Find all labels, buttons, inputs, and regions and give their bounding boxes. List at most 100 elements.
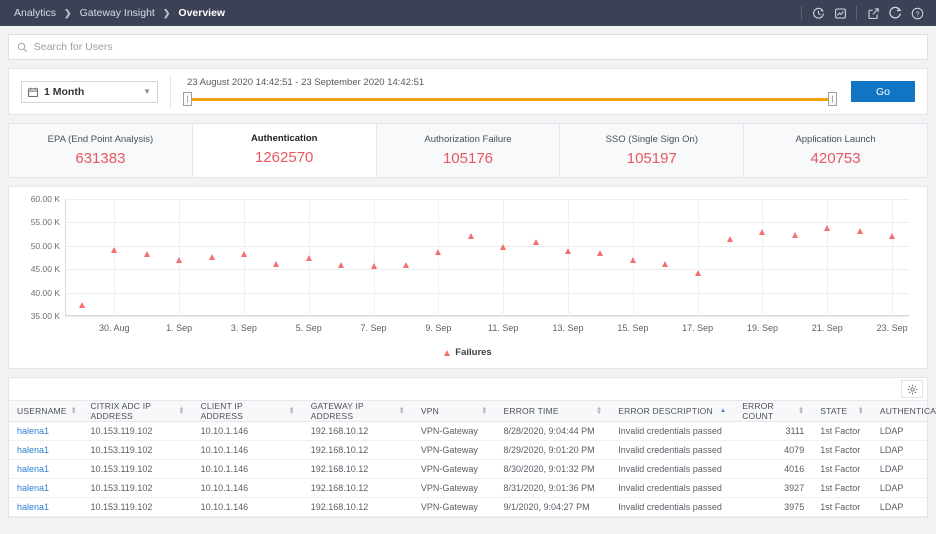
cell-adc_ip: 10.153.119.102 bbox=[82, 422, 192, 441]
report-icon[interactable] bbox=[829, 2, 851, 24]
gridline-vertical bbox=[438, 199, 439, 316]
kpi-tab-authentication[interactable]: Authentication1262570 bbox=[193, 124, 377, 177]
table-row[interactable]: halena110.153.119.10210.10.1.146192.168.… bbox=[9, 479, 927, 498]
table-header-row: USERNAME▲▼CITRIX ADC IP ADDRESS▲▼CLIENT … bbox=[9, 401, 927, 422]
sort-indicator-icon[interactable]: ▲▼ bbox=[289, 407, 295, 415]
gridline-horizontal bbox=[65, 269, 909, 270]
chart-data-point[interactable] bbox=[435, 249, 441, 255]
chart-data-point[interactable] bbox=[273, 261, 279, 267]
cell-client_ip: 10.10.1.146 bbox=[193, 479, 303, 498]
cell-state: 1st Factor bbox=[812, 498, 872, 517]
gridline-vertical bbox=[568, 199, 569, 316]
help-icon[interactable]: ? bbox=[906, 2, 928, 24]
column-header-state[interactable]: STATE▲▼ bbox=[812, 401, 872, 422]
sort-indicator-icon[interactable]: ▲▼ bbox=[399, 407, 405, 415]
chart-data-point[interactable] bbox=[371, 263, 377, 269]
column-header-label: VPN bbox=[421, 406, 439, 416]
table-row[interactable]: halena110.153.119.10210.10.1.146192.168.… bbox=[9, 498, 927, 517]
column-header-adc_ip[interactable]: CITRIX ADC IP ADDRESS▲▼ bbox=[82, 401, 192, 422]
slider-handle-right[interactable]: ❘ bbox=[828, 92, 837, 106]
kpi-tab-sso-single-sign-on[interactable]: SSO (Single Sign On)105197 bbox=[560, 124, 744, 177]
chart-data-point[interactable] bbox=[468, 233, 474, 239]
column-header-auth[interactable]: AUTHENTICATION▲▼ bbox=[872, 401, 927, 422]
chart-data-point[interactable] bbox=[889, 233, 895, 239]
chart-data-point[interactable] bbox=[662, 261, 668, 267]
cell-username[interactable]: halena1 bbox=[9, 479, 82, 498]
chart-data-point[interactable] bbox=[824, 225, 830, 231]
sort-indicator-icon[interactable]: ▲▼ bbox=[596, 407, 602, 415]
slider-track[interactable] bbox=[189, 98, 831, 101]
gridline-vertical bbox=[827, 199, 828, 316]
chevron-down-icon: ▼ bbox=[143, 87, 151, 96]
period-select[interactable]: 1 Month ▼ bbox=[21, 81, 158, 103]
column-header-vpn[interactable]: VPN ▲▼ bbox=[413, 401, 496, 422]
kpi-tab-authorization-failure[interactable]: Authorization Failure105176 bbox=[377, 124, 561, 177]
cell-client_ip: 10.10.1.146 bbox=[193, 498, 303, 517]
kpi-tab-application-launch[interactable]: Application Launch420753 bbox=[744, 124, 927, 177]
cell-auth: LDAP bbox=[872, 422, 927, 441]
column-header-error_time[interactable]: ERROR TIME ▲▼ bbox=[496, 401, 611, 422]
column-header-label: USERNAME bbox=[17, 406, 67, 416]
chart-data-point[interactable] bbox=[597, 250, 603, 256]
breadcrumb-item-gateway-insight[interactable]: Gateway Insight bbox=[80, 7, 155, 19]
cell-error_time: 8/30/2020, 9:01:32 PM bbox=[496, 460, 611, 479]
external-link-icon[interactable] bbox=[862, 2, 884, 24]
cell-vpn: VPN-Gateway bbox=[413, 441, 496, 460]
chart-data-point[interactable] bbox=[500, 244, 506, 250]
column-header-label: AUTHENTICATION bbox=[880, 406, 936, 416]
x-axis-tick: 5. Sep bbox=[296, 323, 322, 333]
chart-data-point[interactable] bbox=[759, 229, 765, 235]
sort-indicator-icon[interactable]: ▲▼ bbox=[858, 407, 864, 415]
chart-data-point[interactable] bbox=[176, 257, 182, 263]
y-axis-tick: 50.00 K bbox=[31, 241, 60, 251]
chart-data-point[interactable] bbox=[533, 239, 539, 245]
chart-data-point[interactable] bbox=[630, 257, 636, 263]
search-box[interactable] bbox=[8, 34, 928, 60]
sort-indicator-icon[interactable]: ▲▼ bbox=[71, 407, 77, 415]
chart-data-point[interactable] bbox=[209, 254, 215, 260]
breadcrumb-item-analytics[interactable]: Analytics bbox=[14, 7, 56, 19]
column-header-label: ERROR TIME bbox=[504, 406, 559, 416]
sort-indicator-icon[interactable]: ▲ bbox=[720, 409, 726, 413]
chart-data-point[interactable] bbox=[695, 270, 701, 276]
chart-data-point[interactable] bbox=[792, 232, 798, 238]
top-navigation-bar: Analytics❯Gateway Insight❯Overview ? bbox=[0, 0, 936, 26]
refresh-icon[interactable] bbox=[884, 2, 906, 24]
cell-username[interactable]: halena1 bbox=[9, 441, 82, 460]
chart-data-point[interactable] bbox=[111, 247, 117, 253]
chart-data-point[interactable] bbox=[857, 228, 863, 234]
chart-data-point[interactable] bbox=[565, 248, 571, 254]
search-input[interactable] bbox=[34, 41, 919, 53]
column-header-error_count[interactable]: ERROR COUNT▲▼ bbox=[734, 401, 812, 422]
table-row[interactable]: halena110.153.119.10210.10.1.146192.168.… bbox=[9, 460, 927, 479]
column-header-gateway_ip[interactable]: GATEWAY IP ADDRESS▲▼ bbox=[303, 401, 413, 422]
column-header-error_desc[interactable]: ERROR DESCRIPTION▲ bbox=[610, 401, 734, 422]
y-axis-tick: 40.00 K bbox=[31, 288, 60, 298]
cell-username[interactable]: halena1 bbox=[9, 498, 82, 517]
settings-gear-icon[interactable] bbox=[901, 380, 923, 398]
column-header-username[interactable]: USERNAME ▲▼ bbox=[9, 401, 82, 422]
kpi-tab-epa-end-point-analysis[interactable]: EPA (End Point Analysis)631383 bbox=[9, 124, 193, 177]
timer-icon[interactable] bbox=[807, 2, 829, 24]
chart-data-point[interactable] bbox=[306, 255, 312, 261]
chart-data-point[interactable] bbox=[338, 262, 344, 268]
sort-indicator-icon[interactable]: ▲▼ bbox=[798, 407, 804, 415]
cell-username[interactable]: halena1 bbox=[9, 422, 82, 441]
cell-gateway_ip: 192.168.10.12 bbox=[303, 441, 413, 460]
cell-gateway_ip: 192.168.10.12 bbox=[303, 422, 413, 441]
sort-indicator-icon[interactable]: ▲▼ bbox=[481, 407, 487, 415]
chart-data-point[interactable] bbox=[144, 251, 150, 257]
table-row[interactable]: halena110.153.119.10210.10.1.146192.168.… bbox=[9, 422, 927, 441]
cell-adc_ip: 10.153.119.102 bbox=[82, 498, 192, 517]
slider-handle-left[interactable]: ❘ bbox=[183, 92, 192, 106]
sort-indicator-icon[interactable]: ▲▼ bbox=[178, 407, 184, 415]
column-header-client_ip[interactable]: CLIENT IP ADDRESS▲▼ bbox=[193, 401, 303, 422]
chart-data-point[interactable] bbox=[79, 302, 85, 308]
go-button[interactable]: Go bbox=[851, 81, 915, 102]
date-range-slider[interactable]: ❘ ❘ bbox=[183, 92, 837, 106]
cell-username[interactable]: halena1 bbox=[9, 460, 82, 479]
chart-data-point[interactable] bbox=[403, 262, 409, 268]
chart-data-point[interactable] bbox=[241, 251, 247, 257]
chart-data-point[interactable] bbox=[727, 236, 733, 242]
table-row[interactable]: halena110.153.119.10210.10.1.146192.168.… bbox=[9, 441, 927, 460]
